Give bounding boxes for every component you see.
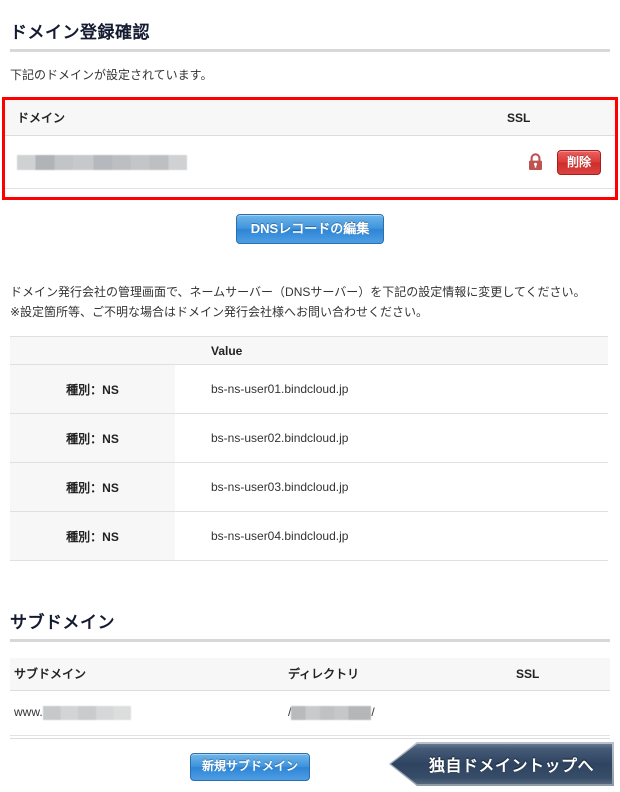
subdomain-table: サブドメイン ディレクトリ SSL www. / / [10,658,610,736]
nameserver-notice: ドメイン発行会社の管理画面で、ネームサーバー（DNSサーバー）を下記の設定情報に… [0,283,620,323]
notice-line-1: ドメイン発行会社の管理画面で、ネームサーバー（DNSサーバー）を下記の設定情報に… [10,285,586,299]
domain-table: ドメイン SSL 削除 [5,100,615,189]
nameserver-table-body: 種別：NS bs-ns-user01.bindcloud.jp 種別：NS bs… [10,364,608,561]
ns-type-column-header [10,336,175,365]
redacted-directory-value [291,705,372,720]
nameserver-table: Value 種別：NS bs-ns-user01.bindcloud.jp 種別… [10,336,608,561]
ns-value-cell: bs-ns-user03.bindcloud.jp [175,462,608,512]
ns-type-cell: 種別：NS [10,511,175,561]
table-row: 種別：NS bs-ns-user03.bindcloud.jp [10,462,608,512]
lock-icon [528,153,543,171]
ns-value-cell: bs-ns-user02.bindcloud.jp [175,413,608,463]
edit-dns-record-button[interactable]: DNSレコードの編集 [235,214,385,244]
domain-column-header: ドメイン [5,100,495,136]
subdomain-directory-cell: / / [284,690,512,736]
subdomain-column-header: サブドメイン [10,658,284,691]
subdomain-section-title: サブドメイン [10,613,115,632]
table-row: 削除 [5,135,615,189]
directory-slash-close: / [371,705,375,720]
domain-top-button-label-wrap: 独自ドメイントップへ [390,744,612,784]
ns-value-column-header: Value [175,336,608,365]
table-row: 種別：NS bs-ns-user02.bindcloud.jp [10,413,608,463]
subdomain-title-divider [10,639,610,642]
redacted-subdomain-value [42,705,131,720]
subdomain-ssl-column-header: SSL [512,658,610,691]
notice-line-2: ※設定箇所等、ご不明な場合はドメイン発行会社様へお問い合わせください。 [10,304,429,319]
delete-domain-button[interactable]: 削除 [556,149,601,175]
ns-type-cell: 種別：NS [10,364,175,414]
ssl-column-header: SSL [495,100,615,136]
dns-button-row: DNSレコードの編集 [0,200,620,244]
table-row: www. / / [10,690,610,736]
domain-table-highlight-box: ドメイン SSL 削除 [2,97,618,200]
ns-type-cell: 種別：NS [10,462,175,512]
domain-top-button-label: 独自ドメイントップへ [428,758,594,775]
domain-ssl-actions-cell: 削除 [495,135,615,189]
domain-registration-page: ドメイン登録確認 下記のドメインが設定されています。 ドメイン SSL 削除 D… [0,0,620,792]
ns-value-cell: bs-ns-user04.bindcloud.jp [175,511,608,561]
page-title: ドメイン登録確認 [10,23,150,42]
subdomain-table-header-row: サブドメイン ディレクトリ SSL [10,658,610,691]
domain-name-cell [5,135,495,189]
lead-description: 下記のドメインが設定されています。 [10,68,213,82]
domain-top-button[interactable]: 独自ドメイントップへ [388,742,614,786]
subdomain-name-cell: www. [10,690,284,736]
redacted-domain-name [17,154,187,170]
subdomain-prefix: www. [14,705,43,720]
ns-type-cell: 種別：NS [10,413,175,463]
subdomain-ssl-cell [512,690,610,736]
table-row: 種別：NS bs-ns-user01.bindcloud.jp [10,364,608,414]
table-row: 種別：NS bs-ns-user04.bindcloud.jp [10,511,608,561]
new-subdomain-button[interactable]: 新規サブドメイン [190,753,311,781]
nameserver-table-header-row: Value [10,336,608,365]
domain-table-header-row: ドメイン SSL [5,100,615,136]
directory-column-header: ディレクトリ [284,658,512,691]
ns-value-cell: bs-ns-user01.bindcloud.jp [175,364,608,414]
